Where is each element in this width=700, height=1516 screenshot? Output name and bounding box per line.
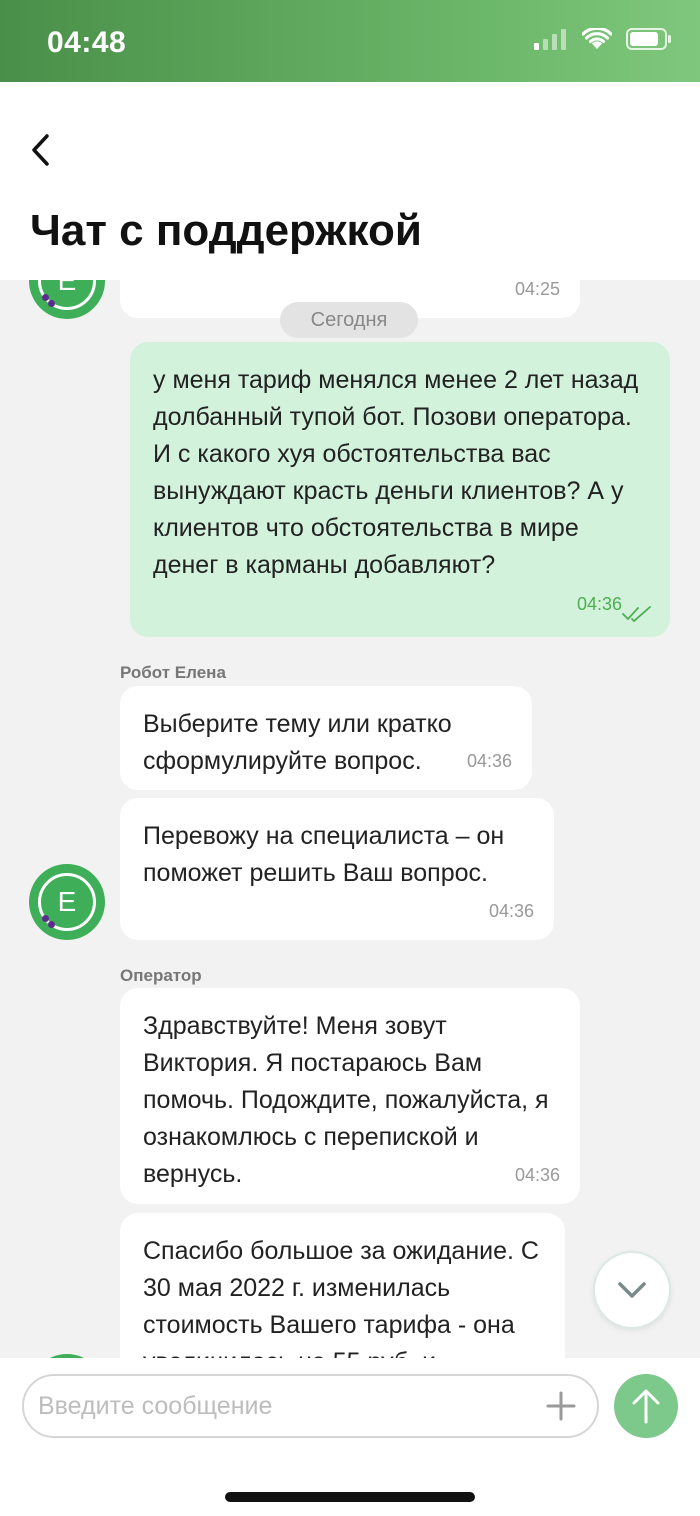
message-composer: [0, 1358, 700, 1516]
back-button[interactable]: [22, 130, 58, 170]
sender-name-operator: Оператор: [120, 966, 202, 985]
message-text: Спасибо большое за ожидание. С 30 мая 20…: [143, 1237, 539, 1358]
send-button[interactable]: [614, 1374, 678, 1438]
message-input[interactable]: [38, 1386, 528, 1426]
message-time: 04:36: [466, 751, 512, 771]
message-input-container: [22, 1374, 599, 1438]
message-text: у меня тариф менялся менее 2 лет назад д…: [153, 366, 639, 579]
message-text: Здравствуйте! Меня зовут Виктория. Я пос…: [143, 1012, 549, 1188]
operator-message-bubble: Спасибо большое за ожидание. С 30 мая 20…: [120, 1213, 565, 1358]
user-message-bubble: у меня тариф менялся менее 2 лет назад д…: [130, 342, 670, 637]
header: Чат с поддержкой: [0, 82, 700, 280]
bot-avatar: E: [29, 280, 105, 319]
message-time: 04:36: [488, 901, 534, 921]
scroll-to-bottom-button[interactable]: [595, 1253, 669, 1327]
battery-icon: [626, 28, 671, 50]
double-check-icon: [622, 606, 651, 623]
chevron-left-icon: [32, 134, 49, 166]
bot-avatar: E: [29, 864, 105, 940]
page-title: Чат с поддержкой: [30, 206, 422, 255]
message-text: Выберите тему или кратко сформулируйте в…: [143, 710, 452, 775]
cellular-signal-icon: [534, 29, 566, 50]
status-icons: [534, 28, 672, 50]
message-time: 04:36: [514, 1165, 560, 1185]
bot-message-bubble: Перевожу на специалиста – он поможет реш…: [120, 798, 554, 940]
message-time: 04:25: [514, 280, 560, 299]
status-time: 04:48: [47, 26, 127, 59]
operator-message-bubble: Здравствуйте! Меня зовут Виктория. Я пос…: [120, 988, 580, 1204]
message-time: 04:36: [576, 594, 622, 614]
chat-messages[interactable]: E 04:25 Сегодня у меня тариф менялся мен…: [0, 280, 700, 1358]
home-indicator: [225, 1492, 475, 1502]
wifi-icon: [582, 28, 612, 49]
chevron-down-icon: [618, 1282, 646, 1298]
message-text: Перевожу на специалиста – он поможет реш…: [143, 822, 505, 887]
date-separator: Сегодня: [280, 302, 418, 338]
attach-plus-icon[interactable]: [545, 1390, 577, 1422]
arrow-up-icon: [632, 1389, 660, 1424]
status-bar: 04:48: [0, 0, 700, 82]
sender-name-robot: Робот Елена: [120, 663, 226, 682]
bot-message-bubble: Выберите тему или кратко сформулируйте в…: [120, 686, 532, 790]
